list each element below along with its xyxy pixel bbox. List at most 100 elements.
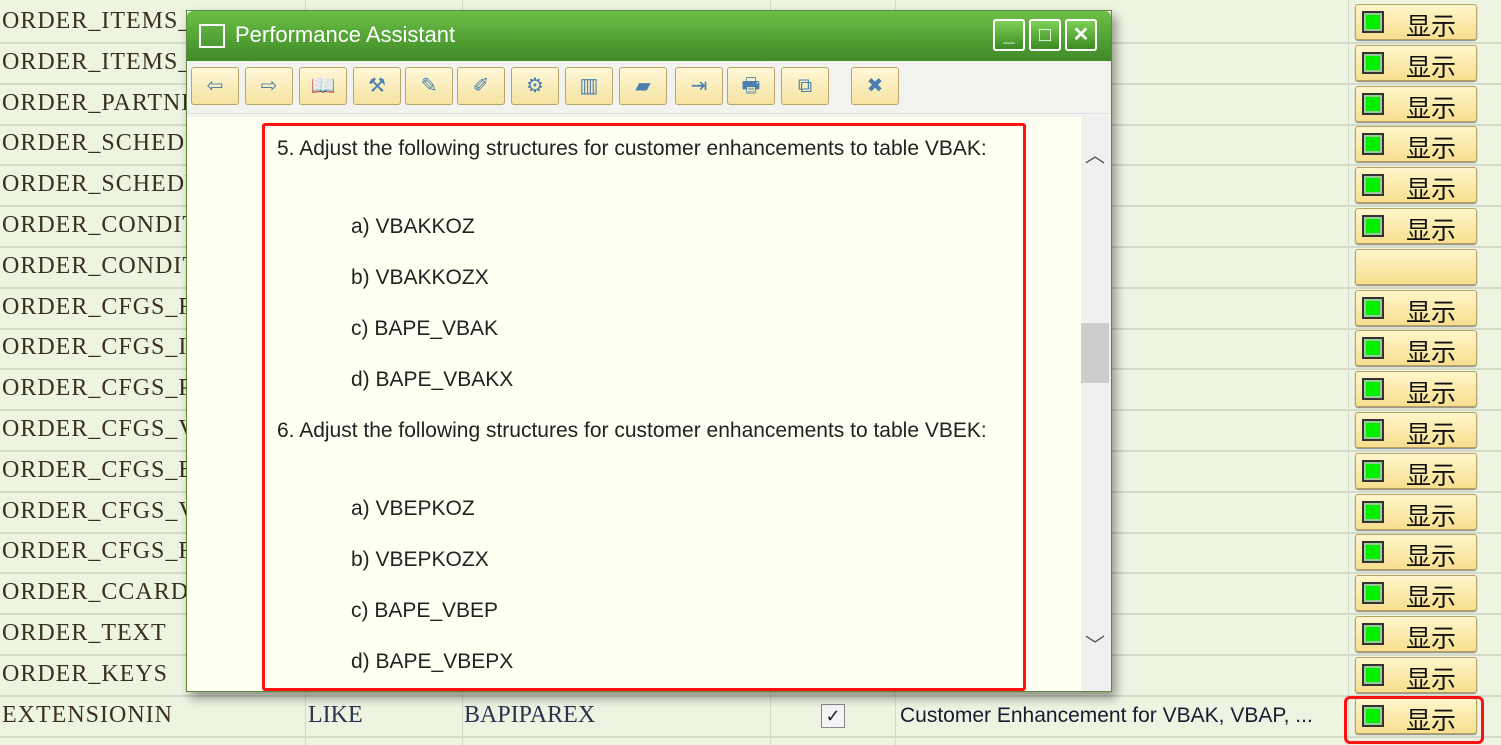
answer-option: a) VBAKKOZ xyxy=(351,215,475,238)
scroll-down-icon[interactable]: ﹀ xyxy=(1085,629,1105,658)
display-button[interactable]: 显示 xyxy=(1355,616,1477,653)
button-label: 显示 xyxy=(1406,13,1457,41)
display-button[interactable]: 显示 xyxy=(1355,656,1477,694)
dialog-title: Performance Assistant xyxy=(235,22,456,47)
display-button[interactable]: 显示 xyxy=(1355,289,1477,327)
status-icon xyxy=(1362,663,1384,686)
status-icon xyxy=(1362,459,1384,482)
toolbar-button-10[interactable]: 🖶 xyxy=(727,67,775,105)
display-button[interactable]: 显示 xyxy=(1355,412,1477,449)
answer-option: b) VBAKKOZX xyxy=(351,266,489,289)
status-icon xyxy=(1362,51,1384,74)
field-name: ORDER_TEXT xyxy=(2,620,167,646)
status-icon xyxy=(1362,92,1384,115)
button-label: 显示 xyxy=(1406,665,1457,694)
help-content: 5. Adjust the following structures for c… xyxy=(187,117,1081,691)
toolbar-button-8[interactable]: ▰ xyxy=(619,67,667,105)
field-name: ORDER_KEYS xyxy=(2,660,169,687)
title-bar[interactable]: Performance Assistant _ □ ✕ xyxy=(187,11,1111,61)
question-6: 6. Adjust the following structures for c… xyxy=(277,419,987,442)
field-name: ORDER_ITEMS_ xyxy=(2,8,192,34)
status-icon xyxy=(1362,133,1384,156)
status-icon xyxy=(1362,500,1384,523)
status-icon xyxy=(1362,378,1384,401)
field-name: ORDER_SCHEDU xyxy=(2,171,204,198)
toolbar-button-11[interactable]: ⧉ xyxy=(781,67,829,105)
button-label: 显示 xyxy=(1406,135,1457,164)
window-icon xyxy=(199,24,225,48)
status-icon xyxy=(1362,623,1384,645)
toolbar-button-9[interactable]: ⇥ xyxy=(675,67,723,105)
toolbar-button-12[interactable]: ✖ xyxy=(851,67,899,105)
close-button[interactable]: ✕ xyxy=(1065,19,1097,51)
scroll-thumb[interactable] xyxy=(1081,323,1109,383)
scroll-up-icon[interactable]: ︿ xyxy=(1085,139,1105,168)
button-label: 显示 xyxy=(1406,339,1457,368)
toolbar-button-5[interactable]: ✐ xyxy=(457,67,505,105)
display-button[interactable]: 显示 xyxy=(1355,534,1477,572)
maximize-button[interactable]: □ xyxy=(1029,19,1061,51)
display-button[interactable]: 显示 xyxy=(1355,44,1477,82)
field-name: ORDER_CCARD xyxy=(2,579,190,606)
toolbar-button-0[interactable]: ⇦ xyxy=(191,67,239,105)
optional-checkbox[interactable]: ✓ xyxy=(821,703,845,728)
button-label: 显示 xyxy=(1406,94,1457,123)
field-name: ORDER_SCHEDU xyxy=(2,130,204,157)
display-button[interactable]: 显示 xyxy=(1355,4,1477,41)
button-label: 显示 xyxy=(1406,176,1457,205)
status-icon xyxy=(1362,174,1384,197)
answer-option: a) VBEPKOZ xyxy=(351,497,475,520)
display-button[interactable]: 显示 xyxy=(1355,126,1477,164)
button-label: 显示 xyxy=(1406,53,1457,82)
display-button[interactable] xyxy=(1355,248,1477,285)
display-button[interactable]: 显示 xyxy=(1355,167,1477,205)
display-button[interactable]: 显示 xyxy=(1355,452,1477,490)
table-row: EXTENSIONIN LIKE BAPIPAREX ✓ Customer Enhanc… xyxy=(0,696,1501,738)
status-icon xyxy=(1362,541,1384,564)
button-label: 显示 xyxy=(1406,217,1457,245)
performance-assistant-dialog: Performance Assistant _ □ ✕ ⇦ ⇨ 📖 ⚒ ✎ ✐ ⚙ ▥ ▰ ⇥ 🖶 ⧉… xyxy=(186,10,1112,692)
toolbar-button-2[interactable]: 📖 xyxy=(299,67,347,105)
field-name: ORDER_CONDIT xyxy=(2,252,198,279)
status-icon xyxy=(1362,11,1384,33)
typing: LIKE xyxy=(308,701,363,728)
minimize-button[interactable]: _ xyxy=(993,19,1025,51)
field-name: ORDER_CFGS_BL xyxy=(2,456,212,483)
toolbar-button-3[interactable]: ⚒ xyxy=(353,67,401,105)
field-name: ORDER_CFGS_IN xyxy=(2,334,206,361)
button-label: 显示 xyxy=(1406,461,1457,490)
answer-option: d) BAPE_VBAKX xyxy=(351,368,514,391)
display-button[interactable]: 显示 xyxy=(1355,575,1477,613)
toolbar-button-6[interactable]: ⚙ xyxy=(511,67,559,105)
status-icon xyxy=(1362,215,1384,237)
field-name: ORDER_PARTNE xyxy=(2,89,198,116)
toolbar: ⇦ ⇨ 📖 ⚒ ✎ ✐ ⚙ ▥ ▰ ⇥ 🖶 ⧉ ✖ xyxy=(187,61,1111,114)
field-name: EXTENSIONIN xyxy=(2,701,173,728)
display-button[interactable]: 显示 xyxy=(1355,371,1477,408)
button-label: 显示 xyxy=(1406,584,1457,613)
answer-option: d) BAPE_VBEPX xyxy=(351,650,514,673)
field-name: ORDER_CFGS_VA xyxy=(2,416,212,442)
field-name: ORDER_ITEMS_ xyxy=(2,48,192,75)
scrollbar[interactable]: ︿ ﹀ xyxy=(1081,117,1111,691)
button-label: 显示 xyxy=(1406,543,1457,572)
display-button[interactable]: 显示 xyxy=(1355,330,1477,368)
field-name: ORDER_CONDIT xyxy=(2,212,198,238)
highlight-box xyxy=(1344,696,1484,744)
toolbar-button-7[interactable]: ▥ xyxy=(565,67,613,105)
answer-option: c) BAPE_VBEP xyxy=(351,599,499,622)
status-icon xyxy=(1362,582,1384,605)
button-label: 显示 xyxy=(1406,298,1457,327)
field-name: ORDER_CFGS_RE xyxy=(2,538,212,565)
display-button[interactable]: 显示 xyxy=(1355,85,1477,123)
button-label: 显示 xyxy=(1406,625,1457,653)
status-icon xyxy=(1362,419,1384,441)
toolbar-button-1[interactable]: ⇨ xyxy=(245,67,293,105)
display-button[interactable]: 显示 xyxy=(1355,493,1477,531)
associated-type: BAPIPAREX xyxy=(464,701,596,728)
field-name: ORDER_CFGS_RE xyxy=(2,293,212,320)
toolbar-button-4[interactable]: ✎ xyxy=(405,67,453,105)
display-button[interactable]: 显示 xyxy=(1355,208,1477,245)
status-icon xyxy=(1362,337,1384,360)
button-label: 显示 xyxy=(1406,502,1457,531)
